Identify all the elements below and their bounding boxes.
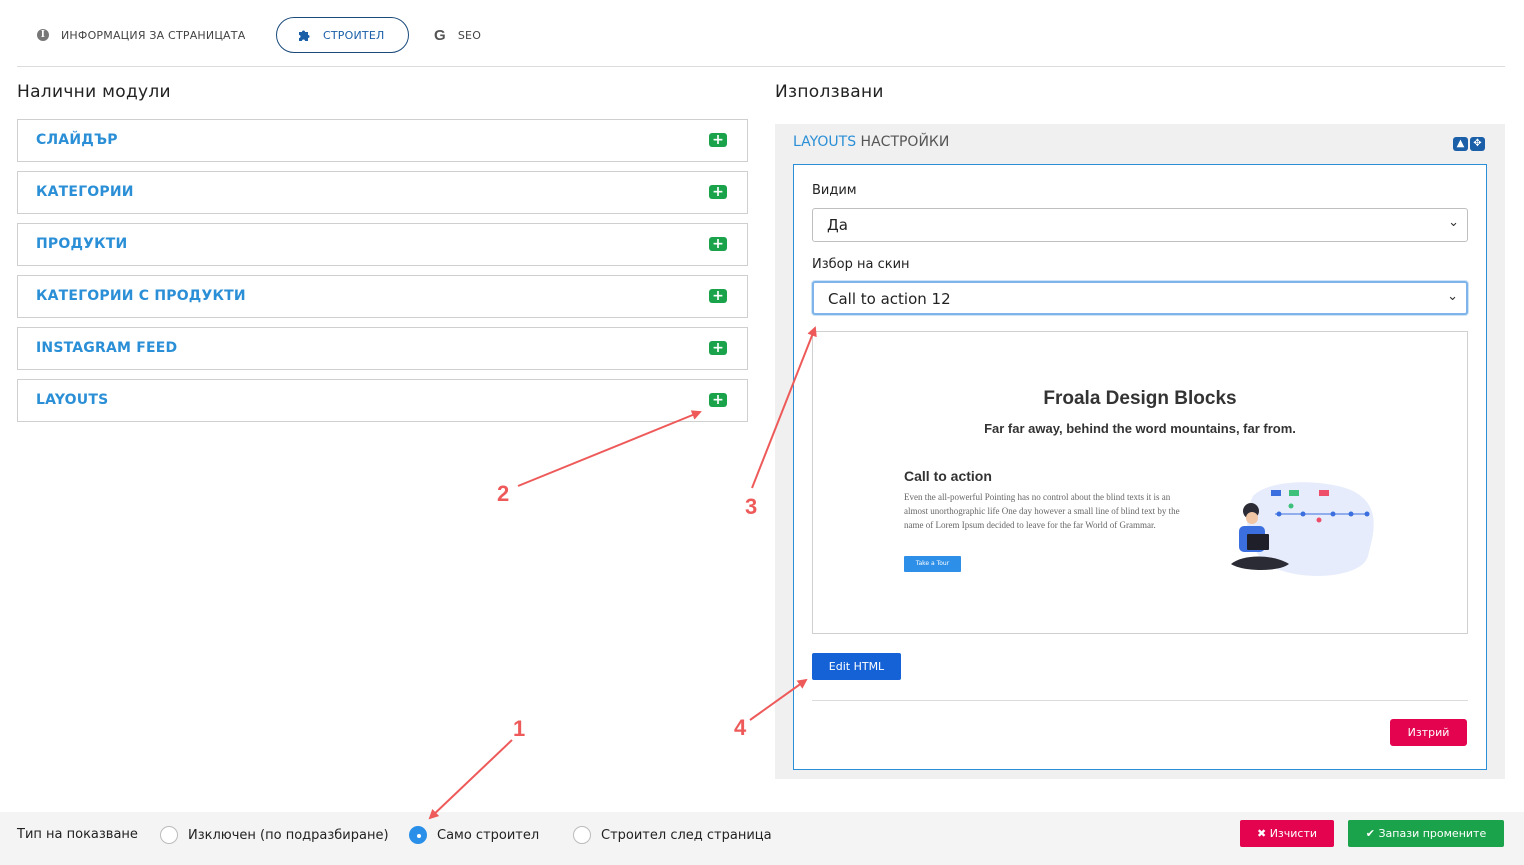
preview-cta-text: Even the all-powerful Pointing has no co… — [904, 492, 1180, 530]
preview-cta-button: Take a Tour — [904, 556, 961, 572]
module-label: КАТЕГОРИИ С ПРОДУКТИ — [36, 288, 246, 304]
tab-label: SEO — [457, 28, 482, 42]
bottom-bar: Тип на показване Изключен (по подразбира… — [0, 812, 1524, 865]
clear-label: Изчисти — [1269, 827, 1318, 840]
annotation-number-3: 3 — [745, 494, 758, 519]
panel-title: LAYOUTS НАСТРОЙКИ — [793, 134, 949, 150]
preview-cta-title: Call to action — [904, 468, 992, 484]
google-icon: G — [434, 26, 446, 44]
tab-label: ИНФОРМАЦИЯ ЗА СТРАНИЦАТА — [61, 28, 246, 42]
info-icon: i — [37, 29, 49, 41]
plus-icon[interactable]: + — [709, 133, 727, 147]
radio-circle[interactable] — [409, 826, 427, 844]
panel-controls: ▲ ✥ — [1453, 137, 1485, 151]
arrow-2 — [517, 410, 702, 487]
radio-disabled-default[interactable]: Изключен (по подразбиране) — [160, 826, 389, 844]
delete-button[interactable]: Изтрий — [1390, 719, 1467, 746]
panel-title-settings: НАСТРОЙКИ — [856, 134, 950, 150]
annotation-number-2: 2 — [497, 481, 510, 506]
plus-icon[interactable]: + — [709, 185, 727, 199]
radio-label: Изключен (по подразбиране) — [188, 827, 389, 843]
radio-builder-after-page[interactable]: Строител след страница — [573, 826, 772, 844]
module-layouts: LAYOUTS + — [17, 379, 748, 422]
available-modules-title: Налични модули — [17, 82, 171, 102]
panel-body: Видим Да ⌄ Избор на скин Call to action … — [793, 164, 1487, 770]
visible-label: Видим — [812, 183, 857, 198]
visible-select[interactable]: Да ⌄ — [812, 208, 1468, 242]
tab-bar: i ИНФОРМАЦИЯ ЗА СТРАНИЦАТА СТРОИТЕЛ G SE… — [17, 0, 1505, 67]
used-modules-title: Използвани — [775, 82, 884, 102]
tab-label: СТРОИТЕЛ — [323, 28, 385, 42]
close-icon: ✖ — [1256, 827, 1267, 840]
plus-icon[interactable]: + — [709, 289, 727, 303]
preview-illustration — [1231, 482, 1374, 576]
module-instagram-feed: INSTAGRAM FEED + — [17, 327, 748, 370]
tab-page-info[interactable]: i ИНФОРМАЦИЯ ЗА СТРАНИЦАТА — [37, 17, 245, 53]
save-label: Запази промените — [1378, 827, 1487, 840]
preview-subtitle: Far far away, behind the word mountains,… — [984, 421, 1296, 436]
layouts-settings-panel: LAYOUTS НАСТРОЙКИ ▲ ✥ Видим Да ⌄ Избор н… — [775, 124, 1505, 779]
arrow-1 — [428, 739, 513, 820]
module-slider: СЛАЙДЪР + — [17, 119, 748, 162]
module-label: INSTAGRAM FEED — [36, 340, 178, 356]
puzzle-icon — [297, 28, 311, 42]
collapse-icon[interactable]: ▲ — [1453, 137, 1468, 151]
radio-circle[interactable] — [573, 826, 591, 844]
save-changes-button[interactable]: ✔ Запази промените — [1348, 820, 1504, 847]
tab-builder[interactable]: СТРОИТЕЛ — [276, 17, 409, 53]
module-label: LAYOUTS — [36, 392, 109, 408]
plus-icon[interactable]: + — [709, 393, 727, 407]
radio-builder-only[interactable]: Само строител — [409, 826, 539, 844]
tab-seo[interactable]: G SEO — [434, 17, 481, 53]
annotation-number-4: 4 — [734, 715, 747, 740]
skin-value: Call to action 12 — [828, 290, 951, 308]
chevron-down-icon: ⌄ — [1447, 289, 1458, 304]
panel-title-module: LAYOUTS — [793, 134, 857, 150]
display-type-label: Тип на показване — [17, 827, 138, 842]
chevron-down-icon: ⌄ — [1448, 215, 1459, 230]
visible-value: Да — [827, 216, 848, 234]
skin-select[interactable]: Call to action 12 ⌄ — [812, 281, 1468, 315]
move-icon[interactable]: ✥ — [1470, 137, 1485, 151]
edit-html-button[interactable]: Edit HTML — [812, 653, 901, 680]
preview-title: Froala Design Blocks — [1043, 388, 1237, 409]
module-categories: КАТЕГОРИИ + — [17, 171, 748, 214]
radio-label: Строител след страница — [601, 827, 772, 843]
module-label: КАТЕГОРИИ — [36, 184, 134, 200]
divider — [812, 700, 1468, 701]
skin-label: Избор на скин — [812, 257, 910, 272]
plus-icon[interactable]: + — [709, 341, 727, 355]
annotation-number-1: 1 — [513, 716, 526, 741]
radio-circle[interactable] — [160, 826, 178, 844]
skin-preview: Froala Design Blocks Far far away, behin… — [812, 331, 1468, 634]
check-icon: ✔ — [1365, 827, 1375, 840]
radio-label: Само строител — [437, 827, 540, 843]
clear-button[interactable]: ✖ Изчисти — [1240, 820, 1334, 847]
module-categories-with-products: КАТЕГОРИИ С ПРОДУКТИ + — [17, 275, 748, 318]
module-label: ПРОДУКТИ — [36, 236, 128, 252]
module-products: ПРОДУКТИ + — [17, 223, 748, 266]
module-label: СЛАЙДЪР — [36, 132, 118, 148]
plus-icon[interactable]: + — [709, 237, 727, 251]
